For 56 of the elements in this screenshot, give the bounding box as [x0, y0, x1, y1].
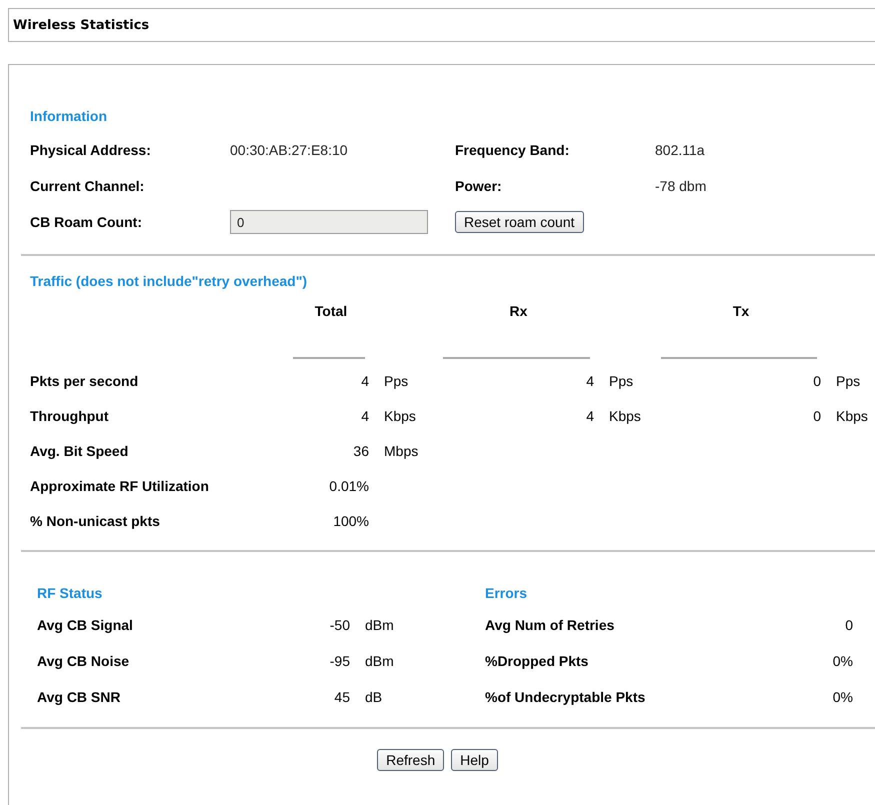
unit-label: dBm	[364, 617, 395, 633]
unit-label: Kbps	[608, 408, 642, 424]
field-value: 00:30:AB:27:E8:10	[230, 142, 349, 158]
field-value: -78 dbm	[655, 178, 708, 194]
unit-label: Kbps	[835, 408, 868, 424]
table-cell-text: 36	[352, 442, 370, 458]
row-label: Avg CB Signal	[37, 617, 134, 633]
field-label: Current Channel:	[30, 178, 146, 194]
table-cell-text: 0	[812, 372, 822, 388]
field-value: 802.11a	[655, 142, 706, 158]
row-label: Avg CB SNR	[37, 689, 122, 705]
unit-label: Mbps	[383, 442, 420, 458]
table-cell-text: -50	[328, 617, 351, 633]
table-cell-text: 0%	[832, 653, 854, 669]
table-cell-text: 45	[333, 689, 351, 705]
table-cell-text: 0	[844, 617, 854, 633]
section-heading: Traffic (does not include"retry overhead")	[30, 273, 308, 289]
table-cell-text: 0	[812, 408, 822, 424]
table-cell-text: 4	[360, 408, 370, 424]
action-button[interactable]: Help	[451, 749, 498, 771]
field-label: Power:	[455, 178, 503, 194]
table-cell-text: 0%	[832, 689, 854, 705]
row-label: Avg Num of Retries	[485, 617, 616, 633]
row-label: Avg. Bit Speed	[30, 442, 130, 458]
section-heading: Information	[30, 108, 108, 124]
unit-label: dB	[364, 689, 384, 705]
reset-button[interactable]: Reset roam count	[455, 211, 584, 233]
row-label: Pkts per second	[30, 372, 140, 388]
table-cell-text: 4	[585, 372, 595, 388]
field-label: Physical Address:	[30, 142, 152, 158]
unit-label: Pps	[835, 372, 862, 388]
row-label: %Dropped Pkts	[485, 653, 590, 669]
action-button[interactable]: Refresh	[377, 749, 444, 771]
row-label: %of Undecryptable Pkts	[485, 689, 646, 705]
row-label: Approximate RF Utilization	[30, 478, 210, 494]
row-label: Avg CB Noise	[37, 653, 130, 669]
unit-label: Kbps	[383, 408, 417, 424]
field-label: CB Roam Count:	[30, 214, 143, 230]
section-heading: Errors	[485, 585, 528, 601]
field-label: Frequency Band:	[455, 142, 570, 158]
unit-label: Pps	[383, 372, 410, 388]
section-heading: RF Status	[37, 585, 104, 601]
column-header: Tx	[732, 303, 750, 319]
page-title: Wireless Statistics	[13, 18, 150, 32]
unit-label: dBm	[364, 653, 395, 669]
row-label: Throughput	[30, 408, 110, 424]
input-field[interactable]: 0	[230, 210, 428, 234]
table-cell-text: 0.01%	[328, 478, 370, 494]
table-cell-text: 4	[360, 372, 370, 388]
column-header: Rx	[510, 303, 528, 319]
unit-label: Pps	[608, 372, 634, 388]
row-label: % Non-unicast pkts	[30, 512, 161, 528]
table-cell-text: 4	[585, 408, 595, 424]
table-cell-text: -95	[328, 653, 351, 669]
table-cell-text: 100%	[332, 512, 370, 528]
column-header: Total	[314, 303, 348, 319]
